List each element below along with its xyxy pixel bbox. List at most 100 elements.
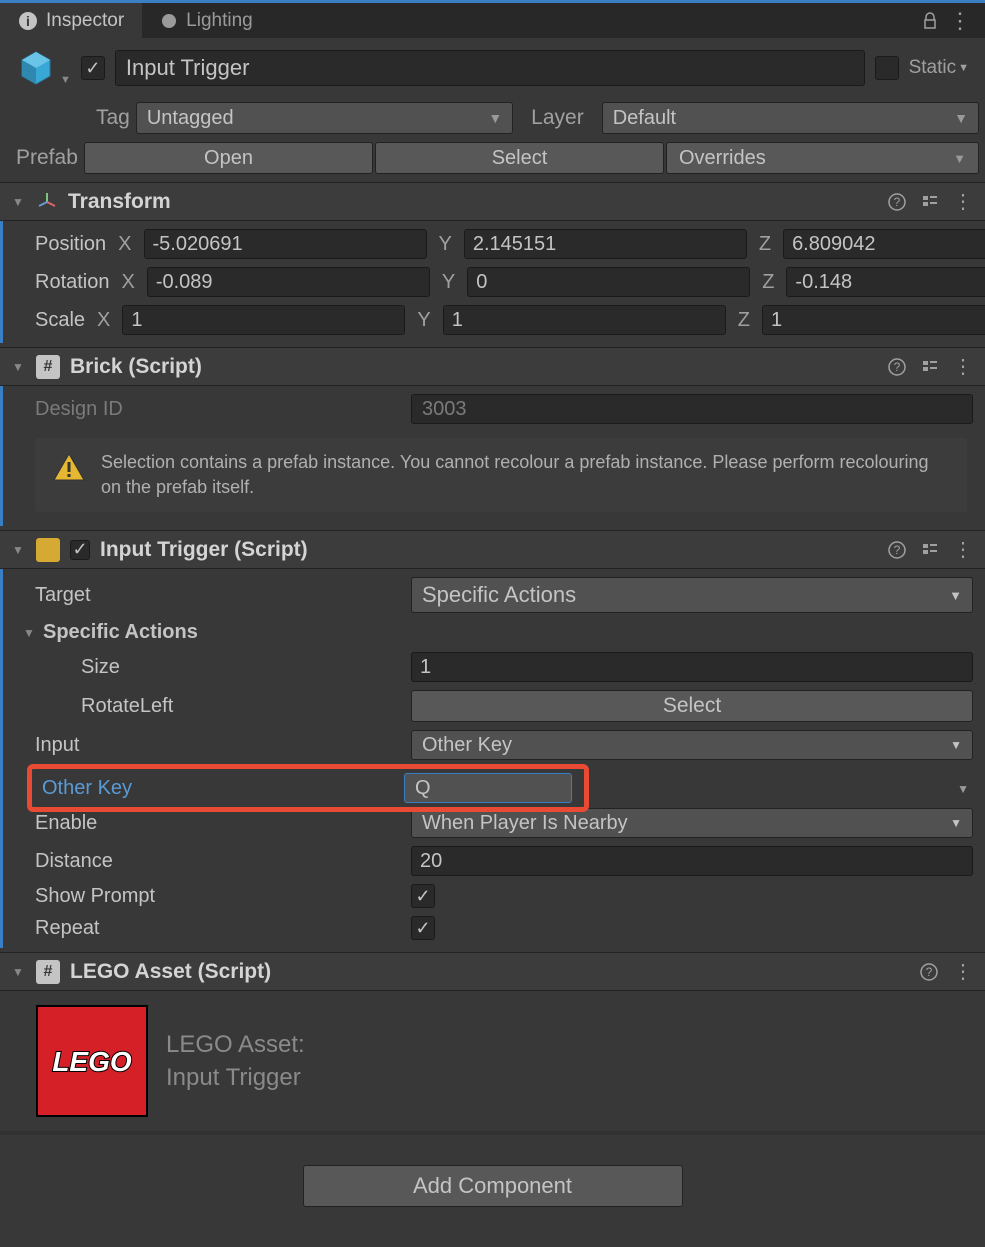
scale-y-input[interactable]: [443, 305, 726, 335]
size-label: Size: [35, 656, 405, 679]
component-enable-checkbox[interactable]: [70, 540, 90, 560]
enable-dropdown[interactable]: When Player Is Nearby▼: [411, 808, 973, 838]
specific-actions-label: Specific Actions: [43, 621, 413, 644]
position-x-input[interactable]: [144, 229, 427, 259]
tag-label: Tag: [6, 106, 130, 130]
foldout-icon[interactable]: ▼: [23, 626, 37, 640]
lego-asset-component: ▼ # LEGO Asset (Script) ? ⋮ LEGO LEGO As…: [0, 952, 985, 1131]
rotation-label: Rotation: [35, 271, 110, 294]
help-icon[interactable]: ?: [887, 192, 907, 212]
svg-text:?: ?: [894, 360, 901, 374]
distance-input[interactable]: [411, 846, 973, 876]
transform-component: ▼ Transform ? ⋮ Position X Y Z Rotation …: [0, 182, 985, 343]
other-key-dropdown[interactable]: Q: [404, 773, 572, 803]
svg-text:LEGO: LEGO: [52, 1046, 132, 1077]
svg-text:?: ?: [894, 195, 901, 209]
foldout-icon[interactable]: ▼: [12, 543, 26, 557]
input-dropdown[interactable]: Other Key▼: [411, 730, 973, 760]
rotate-left-select-button[interactable]: Select: [411, 690, 973, 722]
tag-dropdown[interactable]: Untagged▼: [136, 102, 513, 134]
menu-icon[interactable]: ⋮: [953, 354, 973, 379]
foldout-icon[interactable]: ▼: [12, 965, 26, 979]
menu-icon[interactable]: ⋮: [953, 959, 973, 984]
warning-icon: [51, 450, 87, 486]
script-icon: #: [36, 960, 60, 984]
tab-lighting[interactable]: Lighting: [142, 3, 271, 38]
scale-x-input[interactable]: [122, 305, 405, 335]
size-input[interactable]: [411, 652, 973, 682]
cube-icon[interactable]: [16, 48, 56, 88]
axis-z-label: Z: [753, 233, 777, 256]
distance-label: Distance: [35, 850, 405, 873]
component-title: Transform: [68, 190, 877, 214]
active-checkbox[interactable]: [81, 56, 105, 80]
show-prompt-checkbox[interactable]: [411, 884, 435, 908]
foldout-icon[interactable]: ▼: [12, 360, 26, 374]
component-title: Brick (Script): [70, 355, 877, 379]
svg-text:?: ?: [894, 543, 901, 557]
warning-box: Selection contains a prefab instance. Yo…: [35, 438, 967, 512]
layer-dropdown[interactable]: Default▼: [602, 102, 979, 134]
rotate-left-label: RotateLeft: [35, 695, 405, 718]
rotation-x-input[interactable]: [147, 267, 430, 297]
scale-z-input[interactable]: [762, 305, 985, 335]
input-label: Input: [35, 734, 405, 757]
design-id-label: Design ID: [35, 398, 405, 421]
script-icon: #: [36, 355, 60, 379]
help-icon[interactable]: ?: [887, 357, 907, 377]
help-icon[interactable]: ?: [919, 962, 939, 982]
show-prompt-label: Show Prompt: [35, 885, 405, 908]
prefab-open-button[interactable]: Open: [84, 142, 373, 174]
menu-icon[interactable]: ⋮: [953, 537, 973, 562]
tab-inspector[interactable]: i Inspector: [0, 3, 142, 38]
component-title: LEGO Asset (Script): [70, 960, 909, 984]
axis-y-label: Y: [433, 233, 458, 256]
target-dropdown[interactable]: Specific Actions▼: [411, 577, 973, 613]
preset-icon[interactable]: [921, 193, 939, 211]
lego-asset-heading: LEGO Asset:: [166, 1028, 305, 1062]
repeat-checkbox[interactable]: [411, 916, 435, 940]
lego-logo: LEGO: [36, 1005, 148, 1117]
brick-component: ▼ # Brick (Script) ? ⋮ Design ID 3003 Se…: [0, 347, 985, 526]
position-label: Position: [35, 233, 106, 256]
layer-label: Layer: [519, 106, 596, 130]
add-component-button[interactable]: Add Component: [303, 1165, 683, 1207]
repeat-label: Repeat: [35, 917, 405, 940]
prefab-overrides-dropdown[interactable]: Overrides▼: [666, 142, 979, 174]
warning-text: Selection contains a prefab instance. Yo…: [101, 450, 951, 500]
position-z-input[interactable]: [783, 229, 985, 259]
light-icon: [160, 12, 178, 30]
lego-asset-value: Input Trigger: [166, 1061, 305, 1095]
component-title: Input Trigger (Script): [100, 538, 877, 562]
prefab-label: Prefab: [6, 146, 78, 170]
preset-icon[interactable]: [921, 541, 939, 559]
chevron-down-icon[interactable]: ▼: [957, 782, 969, 796]
tab-label: Inspector: [46, 10, 124, 32]
menu-icon[interactable]: ⋮: [949, 8, 971, 34]
static-checkbox[interactable]: [875, 56, 899, 80]
static-dropdown[interactable]: Static▼: [909, 57, 969, 79]
rotation-y-input[interactable]: [467, 267, 750, 297]
svg-text:i: i: [26, 13, 30, 29]
preset-icon[interactable]: [921, 358, 939, 376]
design-id-value: 3003: [411, 394, 973, 424]
scale-label: Scale: [35, 309, 85, 332]
other-key-label: Other Key: [42, 777, 398, 800]
info-icon: i: [18, 11, 38, 31]
position-y-input[interactable]: [464, 229, 747, 259]
lego-script-icon: [36, 538, 60, 562]
tab-bar: i Inspector Lighting ⋮: [0, 0, 985, 38]
chevron-down-icon[interactable]: ▼: [60, 74, 71, 86]
tab-label: Lighting: [186, 10, 253, 32]
input-trigger-component: ▼ Input Trigger (Script) ? ⋮ Target Spec…: [0, 530, 985, 948]
lock-icon[interactable]: [921, 12, 939, 30]
svg-text:?: ?: [926, 965, 933, 979]
help-icon[interactable]: ?: [887, 540, 907, 560]
rotation-z-input[interactable]: [786, 267, 985, 297]
foldout-icon[interactable]: ▼: [12, 195, 26, 209]
transform-icon: [36, 191, 58, 213]
menu-icon[interactable]: ⋮: [953, 189, 973, 214]
enable-label: Enable: [35, 812, 405, 835]
prefab-select-button[interactable]: Select: [375, 142, 664, 174]
gameobject-name-input[interactable]: [115, 50, 865, 86]
